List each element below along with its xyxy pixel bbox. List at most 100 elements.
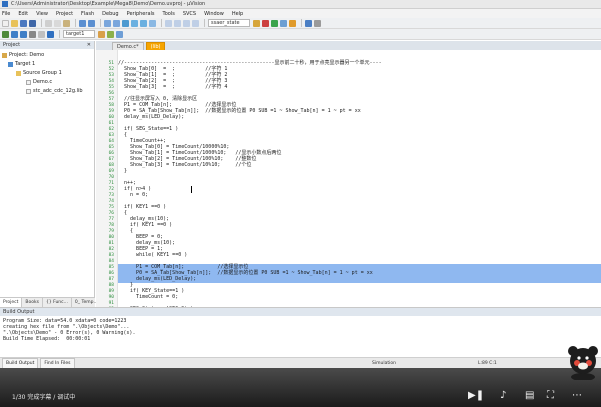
uncomment-icon[interactable] [192, 19, 199, 27]
find-combo[interactable]: ssaer_state [208, 19, 250, 27]
file-toolbar: ssaer_state [0, 18, 601, 29]
menu-debug[interactable]: Debug [102, 11, 118, 17]
tab-lib[interactable]: (lib) [145, 42, 166, 50]
menu-view[interactable]: View [36, 11, 48, 17]
menu-flash[interactable]: Flash [81, 11, 94, 17]
tab-build-output[interactable]: Build Output [2, 357, 39, 369]
project-panel-tabs: Project Books {} Func... 0_ Temp... [0, 297, 102, 307]
lib-file-icon [26, 88, 31, 94]
more-tools-icon[interactable] [314, 19, 321, 27]
fullscreen-icon[interactable]: ⛶ [547, 391, 554, 401]
window-title: C:\Users\Administrator\Desktop\Example\M… [11, 1, 206, 7]
project-icon [2, 52, 7, 58]
menu-tools[interactable]: Tools [163, 11, 175, 17]
paste-icon[interactable] [63, 19, 70, 27]
menu-window[interactable]: Window [204, 11, 224, 17]
nav-back-icon[interactable] [104, 19, 111, 27]
app-icon [2, 1, 8, 7]
menu-peripherals[interactable]: Peripherals [127, 11, 155, 17]
project-panel-header: Project ✕ [0, 41, 94, 49]
menu-help[interactable]: Help [232, 11, 243, 17]
video-caption: 1/30 完成字幕 / 调试中 [12, 394, 76, 401]
window-layout-icon[interactable] [305, 19, 312, 27]
text-cursor [191, 186, 194, 193]
debug-session-icon[interactable] [262, 19, 269, 27]
target-options-icon[interactable] [98, 30, 105, 38]
tree-target[interactable]: Target 1 [8, 61, 35, 67]
target-icon [8, 61, 13, 67]
toolbar-separator [41, 19, 42, 27]
toolbar-separator [100, 19, 101, 27]
save-icon[interactable] [20, 19, 27, 27]
status-mode: Simulation [372, 360, 396, 366]
batch-build-icon[interactable] [29, 30, 36, 38]
toolbar-separator [75, 19, 76, 27]
tab-functions[interactable]: {} Func... [43, 298, 72, 307]
bookmark-icon[interactable] [122, 19, 129, 27]
pack-installer-icon[interactable] [116, 30, 123, 38]
video-player-bar: 1/30 完成字幕 / 调试中 ▶❚ ♪ ▤ ⛶ ⋯ [0, 368, 601, 407]
more-icon[interactable]: ⋯ [572, 391, 582, 401]
tree-file[interactable]: Demo.c [26, 79, 52, 85]
tab-demo-c[interactable]: Demo.c* [112, 42, 144, 50]
copy-icon[interactable] [54, 19, 61, 27]
tree-target-label: Target 1 [15, 61, 36, 67]
subtitle-icon[interactable]: ▤ [525, 391, 534, 401]
build-toolbar: target1 [0, 29, 601, 40]
new-file-icon[interactable] [2, 19, 9, 27]
tab-books[interactable]: Books [22, 298, 43, 307]
build-icon[interactable] [11, 30, 18, 38]
stop-build-icon[interactable] [38, 30, 45, 38]
redo-icon[interactable] [88, 19, 95, 27]
panel-close-icon[interactable]: ✕ [87, 41, 91, 49]
status-position: L:89 C:1 [478, 360, 497, 366]
tab-find-in-files[interactable]: Find In Files [40, 357, 75, 369]
insert-breakpoint-icon[interactable] [271, 19, 278, 27]
target-select[interactable]: target1 [63, 30, 95, 38]
tab-project[interactable]: Project [0, 298, 23, 307]
bookmark-clear-icon[interactable] [149, 19, 156, 27]
build-output-line: Build Time Elapsed: 00:00:01 [3, 336, 91, 342]
menu-svcs[interactable]: SVCS [183, 11, 196, 17]
configure-icon[interactable] [280, 19, 287, 27]
find-in-files-icon[interactable] [253, 19, 260, 27]
code-editor[interactable]: Demo.c* (lib) 51 52 53 54 55 56 57 58 59 60 61 62 63… [96, 41, 601, 312]
unindent-icon[interactable] [174, 19, 181, 27]
indent-icon[interactable] [165, 19, 172, 27]
comment-icon[interactable] [183, 19, 190, 27]
tools-icon[interactable] [289, 19, 296, 27]
toolbar-separator [59, 30, 60, 38]
menu-edit[interactable]: Edit [18, 11, 28, 17]
project-panel-title: Project [3, 42, 21, 48]
save-all-icon[interactable] [29, 19, 36, 27]
next-icon[interactable]: ▶❚ [468, 391, 484, 401]
tree-file-label: Demo.c [33, 79, 53, 85]
tree-file[interactable]: stc_adc_cdc_12g.lib [26, 88, 83, 94]
bookmark-next-icon[interactable] [140, 19, 147, 27]
c-file-icon [26, 79, 31, 85]
editor-tabs: Demo.c* (lib) [96, 41, 601, 50]
code-area[interactable]: //--------------------------------------… [118, 50, 601, 307]
download-icon[interactable] [47, 30, 54, 38]
menu-project[interactable]: Project [56, 11, 73, 17]
project-panel: Project ✕ Project: Demo Target 1 Source … [0, 41, 95, 307]
rebuild-icon[interactable] [20, 30, 27, 38]
open-folder-icon[interactable] [11, 19, 18, 27]
bookmark-prev-icon[interactable] [131, 19, 138, 27]
folder-icon [16, 70, 21, 76]
build-output-panel: Build Output Program Size: data=54.0 xda… [0, 307, 601, 357]
tree-project-root[interactable]: Project: Demo [2, 52, 44, 58]
tree-group-label: Source Group 1 [23, 70, 62, 76]
nav-forward-icon[interactable] [113, 19, 120, 27]
manage-components-icon[interactable] [107, 30, 114, 38]
translate-icon[interactable] [2, 30, 9, 38]
tree-group[interactable]: Source Group 1 [16, 70, 62, 76]
tree-project-label: Project: Demo [9, 52, 45, 58]
cut-icon[interactable] [45, 19, 52, 27]
undo-icon[interactable] [79, 19, 86, 27]
line-number-gutter: 51 52 53 54 55 56 57 58 59 60 61 62 63 64 65 66 67 68 69 70… [96, 50, 118, 312]
volume-icon[interactable]: ♪ [500, 391, 506, 401]
toolbar-separator [301, 19, 302, 27]
menu-file[interactable]: File [2, 11, 10, 17]
title-bar: C:\Users\Administrator\Desktop\Example\M… [0, 0, 601, 9]
